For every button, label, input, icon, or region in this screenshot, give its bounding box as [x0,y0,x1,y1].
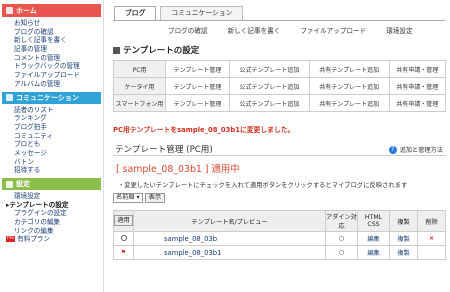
tab-communication[interactable]: コミュニケーション [160,6,244,20]
copy-link[interactable]: 複製 [397,236,409,243]
pro-badge-icon: Pro [6,236,16,243]
html-cell: 編集 [357,245,390,260]
subnav-environment[interactable]: 環境設定 [386,25,412,35]
sidebar-item-settings-3[interactable]: カテゴリの編集 [0,218,103,227]
delete-cell [417,245,446,260]
grid-link[interactable]: 共有テンプレート追加 [308,60,390,78]
apply-button[interactable]: 適用 [114,215,133,226]
delete-icon[interactable]: × [429,235,434,242]
tab-blog[interactable]: ブログ [114,6,157,20]
table-row: ⚑ sample_08_03b1 ○ 編集 複製 [113,245,446,260]
title-divider [113,155,446,156]
status-notice: PC用テンプレートをsample_08_03b1に変更しました。 [113,126,295,134]
grid-link[interactable]: 共有申請・管理 [388,77,447,95]
grid-row-header: スマートフォン用 [113,94,166,112]
sidebar-item-community-7[interactable]: 招待する [0,166,103,175]
sidebar-item-settings-0[interactable]: 環境設定 [0,192,103,201]
subnav-new-post[interactable]: 新しく記事を書く [228,25,281,35]
delete-cell: × [417,231,446,246]
grid-link[interactable]: 公式テンプレート追加 [229,60,310,78]
template-menu-grid: PC用 テンプレート管理 公式テンプレート追加 共有テンプレート追加 共有申請・管理 ケー… [113,60,447,112]
sidebar-item-label: テンプレートの設定 [9,200,69,209]
grid-link[interactable]: テンプレート管理 [164,60,231,78]
gear-icon [6,180,13,188]
html-cell: 編集 [357,231,390,246]
col-header-copy: 複製 [389,210,418,232]
sidebar-item-community-4[interactable]: プロとも [0,140,103,149]
copy-cell: 複製 [389,245,418,260]
sidebar-item-home-6[interactable]: ファイルアップロード [0,71,103,80]
template-name-link[interactable]: sample_08_03b1 [133,245,326,260]
sidebar-item-settings-2[interactable]: プラグインの設定 [0,209,103,218]
sidebar-item-settings-4[interactable]: リンクの編集 [0,227,103,236]
sidebar-item-community-5[interactable]: メッセージ [0,149,103,158]
table-row: sample_08_03b ○ 編集 複製 × [113,231,446,246]
template-management-title: テンプレート管理 (PC用) [115,145,213,155]
adain-value: ○ [325,231,358,246]
template-table: 適用 テンプレート名/プレビュー アダイン対応 HTML CSS 複製 削除 s… [113,210,446,260]
copy-link[interactable]: 複製 [397,250,409,257]
apply-cell: ⚑ [113,245,134,260]
top-tabs: ブログ コミュニケーション [114,6,244,20]
col-header-delete: 削除 [417,210,446,232]
grid-link[interactable]: 共有申請・管理 [388,94,447,112]
sidebar-home-header[interactable]: ホーム [2,4,101,17]
grid-row: スマートフォン用 テンプレート管理 公式テンプレート追加 共有テンプレート追加 共有申請… [113,94,447,112]
grid-row-header: ケータイ用 [113,77,166,95]
grid-link[interactable]: テンプレート管理 [164,94,231,112]
sidebar-item-pro-plan[interactable]: Pro 有料プラン [0,235,103,244]
section-bullet-icon [113,46,120,54]
question-icon: ? [388,145,397,154]
grid-link[interactable]: 公式テンプレート追加 [229,77,310,95]
subnav-blog-check[interactable]: ブログの確認 [168,25,208,35]
applied-flag-icon: ⚑ [120,249,127,256]
adain-value: ○ [325,245,358,260]
edit-link[interactable]: 編集 [367,236,379,243]
grid-row: PC用 テンプレート管理 公式テンプレート追加 共有テンプレート追加 共有申請・管理 [113,60,447,78]
sidebar-item-home-7[interactable]: アルバムの管理 [0,80,103,89]
sidebar: ホーム お知らせ ブログの確認 新しく記事を書く 記事の管理 コメントの管理 トラックバッ… [0,0,104,292]
col-header-name: テンプレート名/プレビュー [133,210,326,232]
home-icon [6,7,13,14]
sidebar-item-community-2[interactable]: ブログ拍手 [0,123,103,132]
sidebar-item-community-1[interactable]: ランキング [0,114,103,123]
sidebar-item-community-3[interactable]: コミュニティ [0,132,103,141]
edit-link[interactable]: 編集 [367,250,379,257]
apply-cell [113,231,134,246]
section-title: テンプレートの設定 [113,44,199,56]
grid-row-header: PC用 [113,60,166,78]
col-header-html: HTML CSS [357,210,390,232]
sidebar-item-home-2[interactable]: 新しく記事を書く [0,36,103,45]
sub-navigation: ブログの確認 新しく記事を書く ファイルアップロード 環境設定 [168,25,413,35]
sidebar-community-header[interactable]: コミュニケーション [2,91,101,104]
chat-icon [6,94,13,101]
list-controls: 名前順 ▾ 表示 [113,193,166,203]
grid-link[interactable]: テンプレート管理 [164,77,231,95]
sidebar-settings-header[interactable]: 設定 [2,178,101,190]
template-name-link[interactable]: sample_08_03b [133,231,326,246]
applied-template: [ sample_08_03b1 ] 適用中 [116,164,240,175]
grid-link[interactable]: 共有テンプレート追加 [308,77,390,95]
grid-link[interactable]: 共有申請・管理 [388,60,447,78]
sidebar-item-home-5[interactable]: トラックバックの管理 [0,62,103,71]
grid-link[interactable]: 公式テンプレート追加 [229,94,310,112]
help-link[interactable]: ? 追加と管理方法 [388,145,443,154]
copy-cell: 複製 [389,231,418,246]
subnav-file-upload[interactable]: ファイルアップロード [300,25,366,35]
sort-select[interactable]: 名前順 ▾ [113,193,143,203]
grid-link[interactable]: 共有テンプレート追加 [308,94,390,112]
col-header-adain: アダイン対応 [325,210,358,232]
tab-divider [113,20,445,21]
show-button[interactable]: 表示 [144,193,166,203]
sidebar-item-home-3[interactable]: 記事の管理 [0,45,103,54]
sidebar-item-community-0[interactable]: 読者のリスト [0,106,103,115]
sidebar-item-community-6[interactable]: バトン [0,158,103,167]
sidebar-item-home-0[interactable]: お知らせ [0,19,103,28]
instruction-text: ・変更したいテンプレートにチェックを入れて適用ボタンをクリックするとマイブログに… [118,182,408,189]
apply-radio[interactable] [120,234,127,241]
grid-row: ケータイ用 テンプレート管理 公式テンプレート追加 共有テンプレート追加 共有申請・管理 [113,77,447,95]
